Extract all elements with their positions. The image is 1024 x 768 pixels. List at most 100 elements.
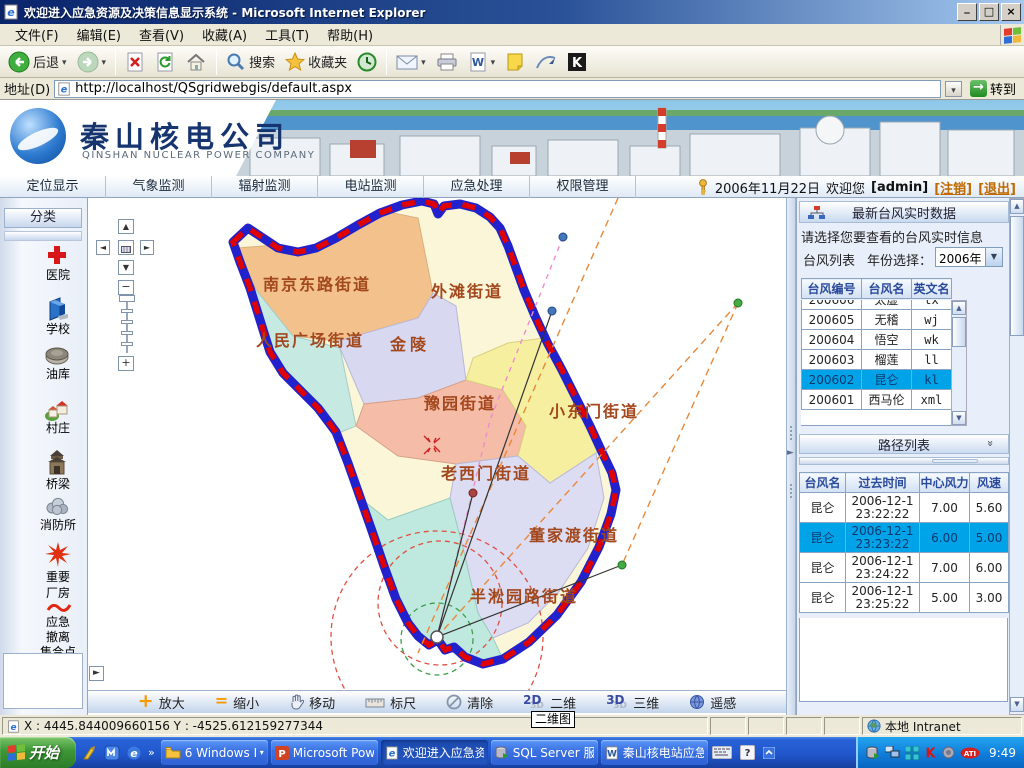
map-canvas[interactable]: 南京东路街道 外滩街道 人民广场街道 金陵 豫园街道 小东门街道 老西门街道 董…: [88, 198, 786, 690]
sidebar-item-assembly-line1[interactable]: 应急: [28, 615, 88, 629]
mail-dropdown-icon[interactable]: [421, 54, 426, 69]
year-select-dropdown-icon[interactable]: ▼: [985, 248, 1002, 266]
scroll-thumb[interactable]: [1010, 216, 1024, 336]
col-path-centerwind[interactable]: 中心风力: [920, 473, 970, 493]
path-row-selected[interactable]: 昆仑 2006-12-123:23:22 6.005.00: [800, 523, 1009, 553]
edit-dropdown-icon[interactable]: [491, 54, 496, 69]
scroll-down-icon[interactable]: ▼: [952, 411, 966, 425]
typhoon-row[interactable]: 200606太虚tx: [802, 300, 952, 310]
pan-center-button[interactable]: [118, 240, 134, 255]
pan-left-button[interactable]: ◄: [96, 240, 110, 255]
tab-permission-manage[interactable]: 权限管理: [530, 176, 636, 198]
typhoon-row[interactable]: 200604悟空wk: [802, 330, 952, 350]
quicklaunch-ie-icon[interactable]: e: [126, 745, 142, 761]
remote-sensing-tool[interactable]: 遥感: [689, 693, 736, 712]
go-button[interactable]: 转到: [966, 79, 1020, 98]
expand-left-panel-button[interactable]: ►: [89, 666, 104, 681]
tray-ati-icon[interactable]: ATI: [960, 747, 980, 759]
tab-weather-monitor[interactable]: 气象监测: [106, 176, 212, 198]
panel-scrollbar[interactable]: ▲ ▼: [1009, 198, 1024, 715]
pan-up-button[interactable]: ▲: [118, 219, 134, 234]
minimize-button[interactable]: [957, 3, 977, 21]
tray-spiral-icon[interactable]: [942, 746, 955, 759]
view-2d-tool[interactable]: 3D2D二维: [523, 693, 576, 712]
menu-favorites[interactable]: 收藏(A): [193, 23, 256, 46]
refresh-button[interactable]: [151, 50, 179, 74]
tab-radiation-monitor[interactable]: 辐射监测: [212, 176, 318, 198]
sidebar-item-assembly-line2[interactable]: 撤离: [28, 630, 88, 644]
tab-emergency-handle[interactable]: 应急处理: [424, 176, 530, 198]
stop-button[interactable]: [121, 50, 149, 74]
pan-tool[interactable]: 移动: [289, 693, 335, 712]
help-tray-icon[interactable]: ?: [740, 745, 755, 760]
tab-location-display[interactable]: 定位显示: [0, 176, 106, 198]
menu-tools[interactable]: 工具(T): [256, 23, 318, 46]
quicklaunch-more-icon[interactable]: »: [148, 746, 155, 759]
task-sql-server[interactable]: SQL Server 服务...: [491, 740, 598, 765]
address-input[interactable]: e http://localhost/QSgridwebgis/default.…: [54, 80, 941, 98]
path-row[interactable]: 昆仑 2006-12-123:22:22 7.005.60: [800, 493, 1009, 523]
scroll-down-icon[interactable]: ▼: [1010, 697, 1024, 712]
sidebar-item-hospital[interactable]: 医院: [28, 268, 88, 282]
zoom-out-small-button[interactable]: −: [118, 280, 134, 295]
menu-file[interactable]: 文件(F): [6, 23, 68, 46]
menu-view[interactable]: 查看(V): [130, 23, 193, 46]
sidebar-item-key-plant-line1[interactable]: 重要: [28, 570, 88, 584]
notes-button[interactable]: [501, 50, 529, 74]
col-path-name[interactable]: 台风名: [800, 473, 846, 493]
panel-splitter[interactable]: [799, 457, 1009, 465]
quicklaunch-msn-icon[interactable]: [104, 745, 120, 761]
pan-right-button[interactable]: ►: [140, 240, 154, 255]
col-typhoon-id[interactable]: 台风编号: [802, 279, 862, 299]
scroll-up-icon[interactable]: ▲: [1010, 199, 1024, 214]
scroll-thumb[interactable]: [952, 317, 966, 347]
task-emergency-system-active[interactable]: e 欢迎进入应急资...: [381, 740, 488, 765]
view-3d-tool[interactable]: 3D3D三维: [606, 693, 659, 712]
history-button[interactable]: [353, 50, 381, 74]
maximize-button[interactable]: [979, 3, 999, 21]
sidebar-item-school[interactable]: 学校: [28, 322, 88, 336]
clear-tool[interactable]: 清除: [446, 693, 493, 712]
sidebar-item-oil-depot[interactable]: 油库: [28, 367, 88, 381]
tray-grid-icon[interactable]: [905, 746, 919, 760]
scroll-up-icon[interactable]: ▲: [952, 301, 966, 315]
typhoon-row[interactable]: 200605无稽wj: [802, 310, 952, 330]
forward-button[interactable]: [73, 49, 111, 75]
search-button[interactable]: 搜索: [222, 50, 279, 74]
exit-link[interactable]: [退出]: [978, 178, 1016, 197]
sidebar-header[interactable]: 分类: [4, 208, 82, 228]
menu-edit[interactable]: 编辑(E): [68, 23, 130, 46]
col-path-time[interactable]: 过去时间: [846, 473, 920, 493]
typhoon-row[interactable]: 200603榴莲ll: [802, 350, 952, 370]
print-button[interactable]: [432, 50, 462, 74]
col-typhoon-name[interactable]: 台风名: [862, 279, 912, 299]
collapse-chevron-icon[interactable]: »: [984, 440, 997, 447]
path-list-header[interactable]: 路径列表 »: [799, 434, 1009, 454]
zoom-slider[interactable]: [121, 295, 133, 353]
favorites-button[interactable]: 收藏夹: [281, 50, 351, 74]
zoom-out-tool[interactable]: 缩小: [215, 693, 259, 712]
col-path-speed[interactable]: 风速: [970, 473, 1009, 493]
col-typhoon-en[interactable]: 英文名: [912, 279, 952, 299]
keyboard-icon[interactable]: [712, 746, 732, 759]
sidebar-item-bridge[interactable]: 桥梁: [28, 477, 88, 491]
path-row[interactable]: 昆仑 2006-12-123:25:22 5.003.00: [800, 583, 1009, 613]
logout-link[interactable]: [注销]: [934, 178, 972, 197]
typhoon-row[interactable]: 200601西马伦xml: [802, 390, 952, 410]
sidebar-item-key-plant-line2[interactable]: 厂房: [28, 586, 88, 600]
zoom-in-tool[interactable]: 放大: [138, 693, 185, 712]
tray-kaspersky-icon[interactable]: K: [924, 746, 937, 759]
zoom-in-small-button[interactable]: +: [118, 356, 134, 371]
path-row[interactable]: 昆仑 2006-12-123:24:22 7.006.00: [800, 553, 1009, 583]
mail-button[interactable]: [392, 51, 430, 73]
tab-station-monitor[interactable]: 电站监测: [318, 176, 424, 198]
home-button[interactable]: [181, 50, 211, 74]
sidebar-item-fire-station[interactable]: 消防所: [28, 518, 88, 532]
start-button[interactable]: 开始: [0, 737, 76, 768]
typhoon-row-selected[interactable]: 200602昆仑kl: [802, 370, 952, 390]
splitter-grip[interactable]: [932, 459, 978, 463]
tray-network-icon[interactable]: [885, 746, 900, 759]
ksoft-button[interactable]: K: [563, 50, 591, 74]
map-panel-splitter[interactable]: ►: [786, 198, 796, 715]
close-button[interactable]: [1001, 3, 1021, 21]
